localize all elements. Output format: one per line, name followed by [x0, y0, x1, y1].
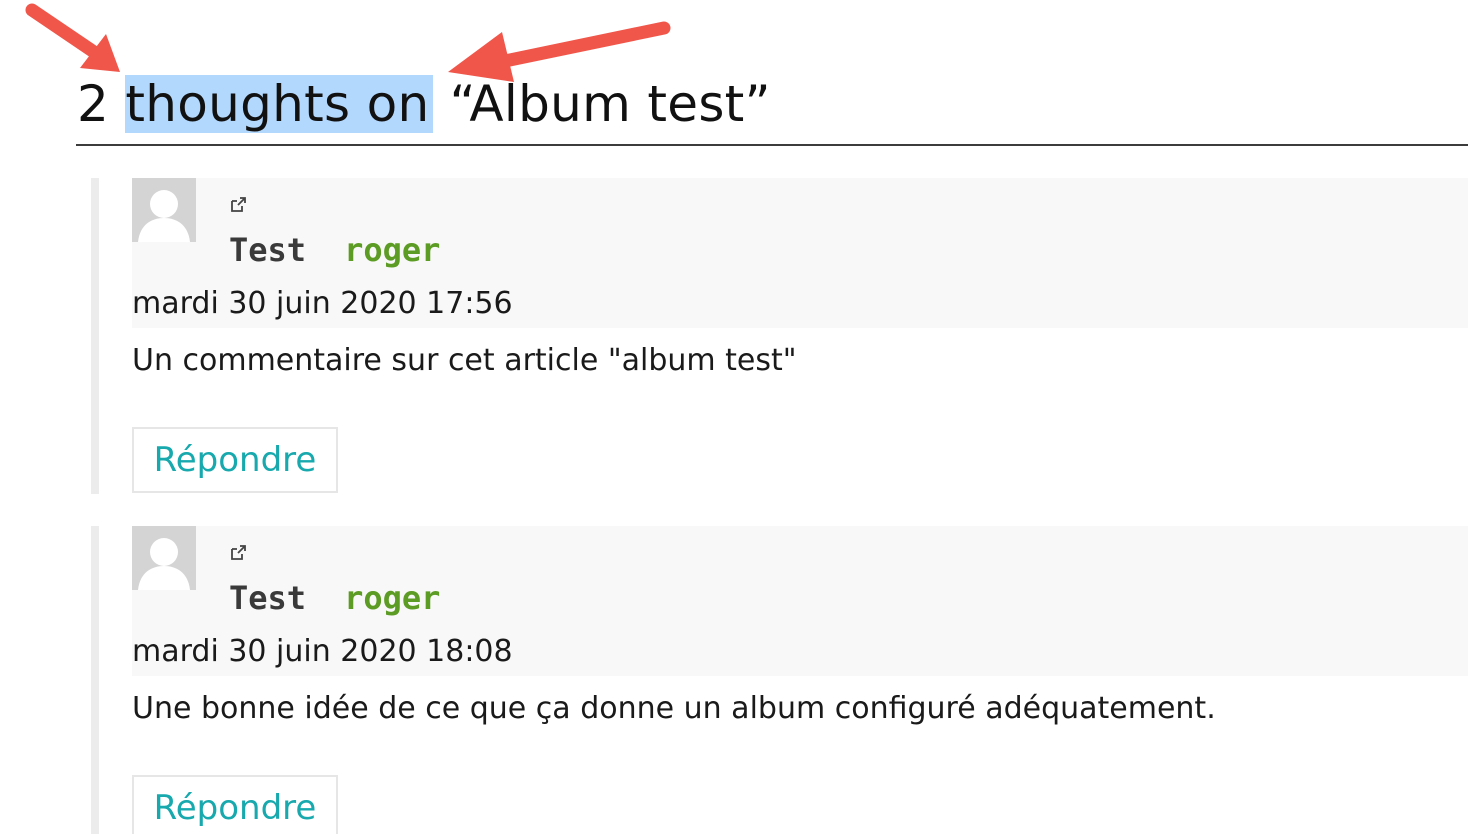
selected-text-highlight[interactable]: thoughts on: [125, 75, 434, 133]
title-divider: [76, 144, 1468, 146]
comment-meta: Test roger mardi 30 juin 2020 18:08: [132, 526, 1468, 676]
author-username: roger: [344, 579, 441, 617]
comment-text: Un commentaire sur cet article "album te…: [132, 343, 797, 378]
comment-author: Test roger: [229, 230, 440, 270]
avatar[interactable]: [132, 178, 196, 242]
comments-page: 2 thoughts on “Album test” Test roger mar…: [0, 0, 1468, 834]
comments-count: 2: [77, 75, 110, 133]
comment-item: Test roger mardi 30 juin 2020 18:08 Une b…: [91, 526, 1468, 834]
comment-item: Test roger mardi 30 juin 2020 17:56 Un co…: [91, 178, 1468, 494]
external-link-icon[interactable]: [229, 544, 247, 562]
comment-text: Une bonne idée de ce que ça donne un alb…: [132, 691, 1216, 726]
avatar[interactable]: [132, 526, 196, 590]
author-name[interactable]: Test: [229, 231, 306, 269]
comment-thread-bar: [91, 178, 99, 494]
comment-meta: Test roger mardi 30 juin 2020 17:56: [132, 178, 1468, 328]
reply-button[interactable]: Répondre: [132, 775, 338, 834]
author-name[interactable]: Test: [229, 579, 306, 617]
author-username: roger: [344, 231, 441, 269]
comments-title-post: “Album test”: [449, 75, 771, 133]
comment-thread-bar: [91, 526, 99, 834]
comment-author: Test roger: [229, 578, 440, 618]
reply-button[interactable]: Répondre: [132, 427, 338, 493]
external-link-icon[interactable]: [229, 196, 247, 214]
comment-date[interactable]: mardi 30 juin 2020 18:08: [132, 632, 513, 672]
comments-title: 2 thoughts on “Album test”: [77, 66, 771, 142]
comment-date[interactable]: mardi 30 juin 2020 17:56: [132, 284, 513, 324]
